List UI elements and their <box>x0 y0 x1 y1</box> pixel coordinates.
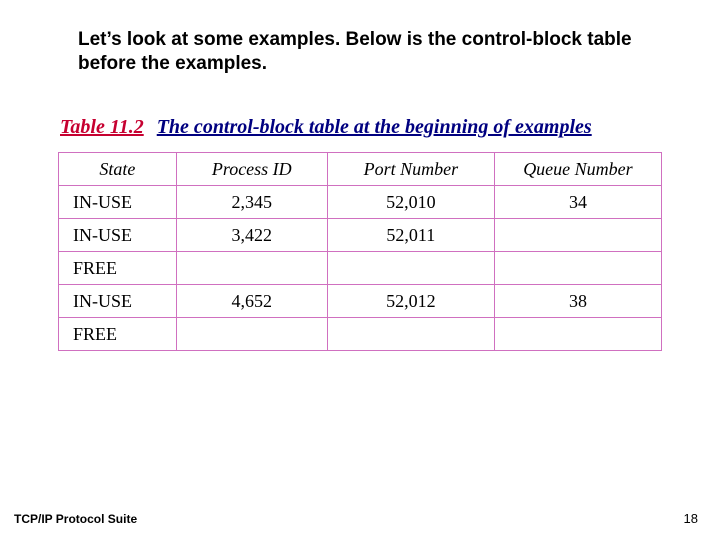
cell-process-id: 2,345 <box>176 186 327 219</box>
cell-state: IN-USE <box>59 186 177 219</box>
page-number: 18 <box>684 511 698 526</box>
table-row: IN-USE 3,422 52,011 <box>59 219 662 252</box>
footer-left: TCP/IP Protocol Suite <box>14 512 137 526</box>
cell-state: FREE <box>59 252 177 285</box>
cell-queue-number <box>494 318 661 351</box>
cell-queue-number: 38 <box>494 285 661 318</box>
cell-process-id: 4,652 <box>176 285 327 318</box>
header-process-id: Process ID <box>176 153 327 186</box>
table-label: Table 11.2 <box>60 116 144 138</box>
intro-text: Let’s look at some examples. Below is th… <box>78 28 638 76</box>
table-caption-line: Table 11.2 The control-block table at th… <box>60 116 592 139</box>
table-header-row: State Process ID Port Number Queue Numbe… <box>59 153 662 186</box>
cell-port-number: 52,010 <box>327 186 494 219</box>
cell-queue-number <box>494 252 661 285</box>
cell-port-number <box>327 318 494 351</box>
cell-process-id: 3,422 <box>176 219 327 252</box>
header-port-number: Port Number <box>327 153 494 186</box>
table-row: FREE <box>59 252 662 285</box>
table-caption: The control-block table at the beginning… <box>157 116 592 138</box>
cell-port-number: 52,011 <box>327 219 494 252</box>
control-block-table: State Process ID Port Number Queue Numbe… <box>58 152 662 351</box>
cell-queue-number: 34 <box>494 186 661 219</box>
cell-state: IN-USE <box>59 285 177 318</box>
cell-queue-number <box>494 219 661 252</box>
header-queue-number: Queue Number <box>494 153 661 186</box>
cell-process-id <box>176 318 327 351</box>
cell-port-number <box>327 252 494 285</box>
header-state: State <box>59 153 177 186</box>
table-row: FREE <box>59 318 662 351</box>
table-row: IN-USE 4,652 52,012 38 <box>59 285 662 318</box>
cell-process-id <box>176 252 327 285</box>
cell-port-number: 52,012 <box>327 285 494 318</box>
cell-state: IN-USE <box>59 219 177 252</box>
slide: Let’s look at some examples. Below is th… <box>0 0 720 540</box>
cell-state: FREE <box>59 318 177 351</box>
table-row: IN-USE 2,345 52,010 34 <box>59 186 662 219</box>
